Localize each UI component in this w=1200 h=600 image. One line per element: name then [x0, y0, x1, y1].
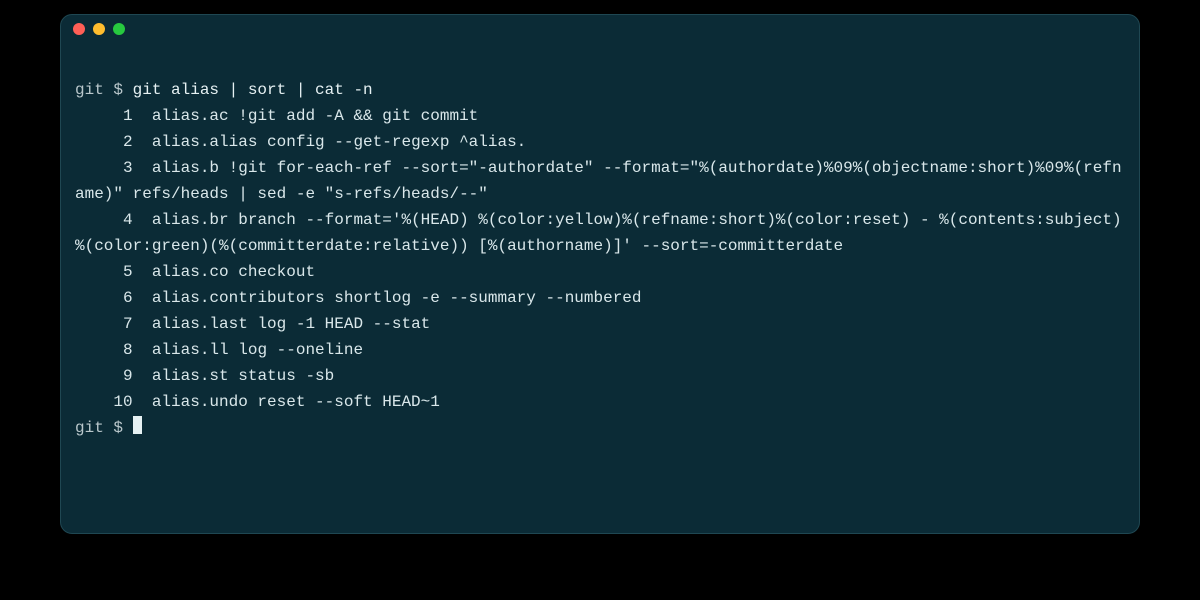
command: git alias | sort | cat -n [133, 81, 373, 99]
prompt: git $ [75, 81, 133, 99]
cursor [133, 416, 142, 434]
minimize-icon[interactable] [93, 23, 105, 35]
terminal-window: git $ git alias | sort | cat -n 1 alias.… [60, 14, 1140, 534]
titlebar [61, 15, 1139, 43]
trailing-prompt: git $ [75, 419, 133, 437]
terminal-output: git $ git alias | sort | cat -n 1 alias.… [75, 51, 1125, 467]
output-lines: 1 alias.ac !git add -A && git commit 2 a… [75, 103, 1125, 415]
zoom-icon[interactable] [113, 23, 125, 35]
close-icon[interactable] [73, 23, 85, 35]
terminal-body[interactable]: git $ git alias | sort | cat -n 1 alias.… [61, 43, 1139, 533]
stage: git $ git alias | sort | cat -n 1 alias.… [0, 0, 1200, 600]
